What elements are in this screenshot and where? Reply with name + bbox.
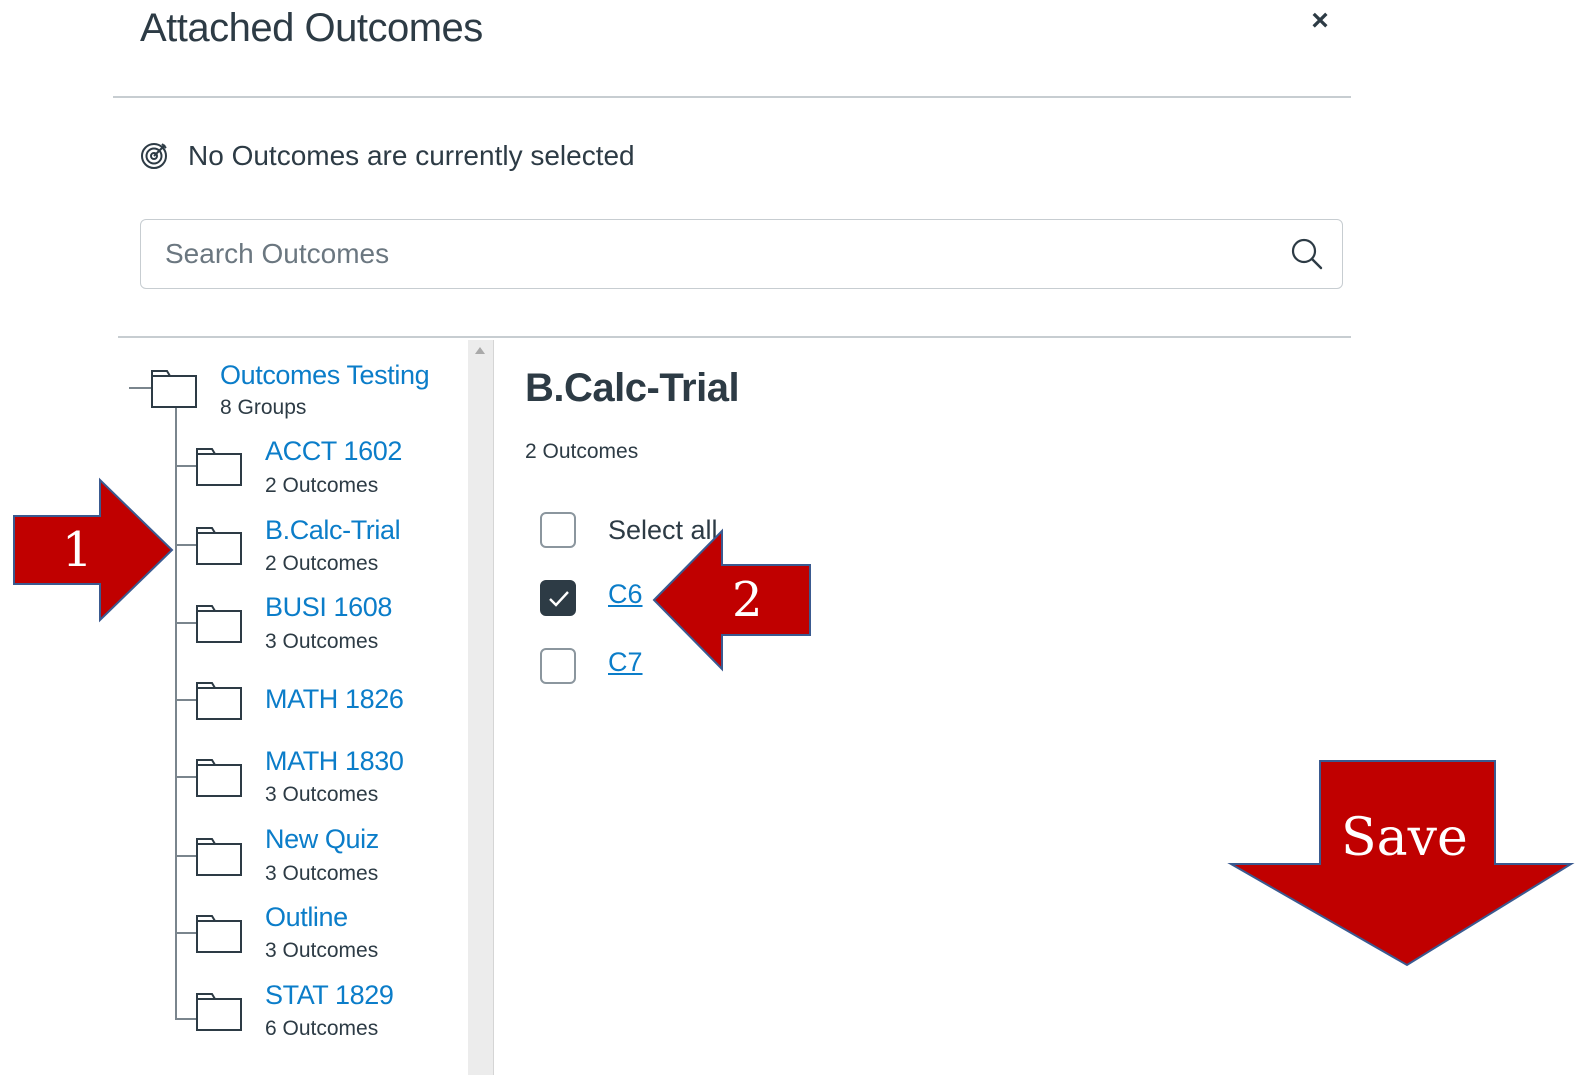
tree-item-label[interactable]: Outline [265, 902, 348, 933]
tree-scrollbar[interactable] [468, 340, 494, 1075]
tree-item-count: 2 Outcomes [265, 552, 379, 575]
folder-icon [196, 759, 242, 797]
search-icon[interactable] [1272, 219, 1342, 289]
tree-item-count: 3 Outcomes [265, 630, 379, 653]
tree-connector [175, 776, 197, 778]
outcome-link-c6[interactable]: C6 [608, 579, 643, 610]
status-text: No Outcomes are currently selected [188, 140, 635, 171]
tree-item-count: 2 Outcomes [265, 474, 379, 497]
group-title: B.Calc-Trial [525, 366, 740, 410]
tree-connector [175, 465, 197, 467]
selection-status: No Outcomes are currently selected [138, 140, 635, 172]
tree-connector [129, 387, 151, 389]
search-input[interactable] [141, 219, 1272, 289]
scroll-up-arrow-icon[interactable] [475, 347, 485, 354]
folder-icon [196, 915, 242, 953]
folder-icon [196, 605, 242, 643]
search-box [140, 219, 1343, 289]
outcome-checkbox-c6[interactable] [540, 580, 576, 616]
folder-icon [196, 682, 242, 720]
folder-icon [196, 993, 242, 1031]
annotation-arrow-right [13, 477, 174, 623]
target-icon [138, 140, 170, 172]
tree-item-label[interactable]: BUSI 1608 [265, 592, 392, 623]
tree-item-label[interactable]: ACCT 1602 [265, 436, 402, 467]
annotation-step-2: 2 [732, 572, 763, 628]
tree-item-label[interactable]: MATH 1830 [265, 746, 404, 777]
tree-connector [175, 932, 197, 934]
folder-icon [196, 448, 242, 486]
tree-item-label[interactable]: B.Calc-Trial [265, 515, 401, 546]
modal-title: Attached Outcomes [140, 6, 483, 50]
panel-divider [493, 340, 494, 1075]
tree-connector [175, 699, 197, 701]
tree-item-label[interactable]: MATH 1826 [265, 684, 404, 715]
folder-icon [196, 527, 242, 565]
outcome-link-c7[interactable]: C7 [608, 647, 643, 678]
tree-item-count: 6 Outcomes [265, 1017, 379, 1040]
outcome-group-tree: Outcomes Testing 8 Groups ACCT 1602 2 Ou… [0, 340, 470, 1075]
tree-connector [175, 1018, 197, 1020]
tree-item-label[interactable]: New Quiz [265, 824, 379, 855]
outcome-checkbox-c7[interactable] [540, 648, 576, 684]
attached-outcomes-modal: Attached Outcomes × No Outcomes are curr… [0, 0, 1589, 1075]
tree-item-count: 3 Outcomes [265, 862, 379, 885]
annotation-step-1: 1 [62, 522, 93, 578]
group-outcome-count: 2 Outcomes [525, 440, 639, 463]
tree-item-count: 3 Outcomes [265, 939, 379, 962]
tree-item-label[interactable]: STAT 1829 [265, 980, 394, 1011]
header-divider [113, 96, 1351, 98]
tree-connector [175, 855, 197, 857]
tree-item-count: 8 Groups [220, 396, 307, 419]
tree-item-count: 3 Outcomes [265, 783, 379, 806]
annotation-arrow-left [652, 528, 811, 672]
folder-icon [151, 370, 197, 408]
check-icon [549, 591, 569, 607]
tree-item-label[interactable]: Outcomes Testing [220, 360, 430, 391]
folder-icon [196, 838, 242, 876]
select-all-checkbox[interactable] [540, 512, 576, 548]
annotation-save: Save [1341, 808, 1468, 868]
close-button[interactable]: × [1303, 4, 1337, 38]
content-divider [118, 336, 1351, 338]
